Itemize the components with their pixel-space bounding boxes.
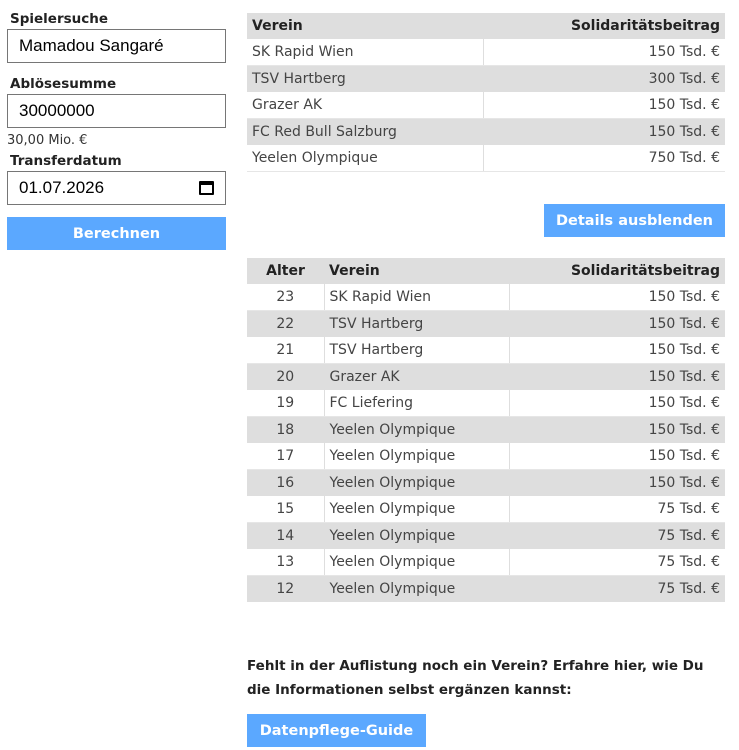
transfer-fee-label: Ablösesumme (10, 76, 117, 92)
table-row: TSV Hartberg 300 Tsd. € (247, 65, 725, 92)
amount-cell: 750 Tsd. € (482, 145, 725, 172)
transfer-fee-input[interactable]: 30000000 (7, 94, 226, 128)
player-search-label: Spielersuche (10, 11, 109, 27)
transfer-fee-hint: 30,00 Mio. € (7, 133, 88, 148)
age-cell: 18 (247, 416, 324, 443)
table-row: 13 Yeelen Olympique 75 Tsd. € (247, 549, 725, 576)
transfer-date-input[interactable]: 01.07.2026 (7, 171, 226, 205)
amount-cell: 150 Tsd. € (482, 39, 725, 66)
detail-table-header: Alter Verein Solidaritätsbeitrag (247, 258, 725, 284)
calendar-icon[interactable] (199, 181, 214, 195)
column-header-age: Alter (247, 258, 324, 284)
club-cell: Grazer AK (247, 92, 484, 119)
table-row: 21 TSV Hartberg 150 Tsd. € (247, 337, 725, 364)
summary-table-header: Verein Solidaritätsbeitrag (247, 13, 725, 39)
table-row: 18 Yeelen Olympique 150 Tsd. € (247, 416, 725, 443)
amount-cell: 150 Tsd. € (508, 284, 725, 311)
transfer-date-value: 01.07.2026 (19, 178, 105, 197)
amount-cell: 300 Tsd. € (482, 65, 725, 92)
calculate-button[interactable]: Berechnen (7, 217, 226, 250)
amount-cell: 150 Tsd. € (508, 363, 725, 390)
club-cell: Yeelen Olympique (247, 145, 484, 172)
table-row: 17 Yeelen Olympique 150 Tsd. € (247, 443, 725, 470)
table-row: Grazer AK 150 Tsd. € (247, 92, 725, 119)
table-row: 22 TSV Hartberg 150 Tsd. € (247, 310, 725, 337)
age-cell: 23 (247, 284, 324, 311)
column-header-club: Verein (247, 13, 484, 39)
table-row: 14 Yeelen Olympique 75 Tsd. € (247, 522, 725, 549)
table-row: 16 Yeelen Olympique 150 Tsd. € (247, 469, 725, 496)
amount-cell: 150 Tsd. € (508, 337, 725, 364)
club-cell: Yeelen Olympique (323, 496, 510, 523)
age-cell: 21 (247, 337, 324, 364)
table-row: 20 Grazer AK 150 Tsd. € (247, 363, 725, 390)
club-cell: FC Red Bull Salzburg (247, 118, 484, 145)
amount-cell: 150 Tsd. € (508, 310, 725, 337)
club-cell: TSV Hartberg (247, 65, 484, 92)
club-cell: Yeelen Olympique (323, 443, 510, 470)
age-cell: 20 (247, 363, 324, 390)
amount-cell: 150 Tsd. € (508, 443, 725, 470)
table-row: 12 Yeelen Olympique 75 Tsd. € (247, 575, 725, 602)
amount-cell: 75 Tsd. € (508, 575, 725, 602)
table-row: 19 FC Liefering 150 Tsd. € (247, 390, 725, 417)
column-header-amount: Solidaritätsbeitrag (509, 258, 725, 284)
club-cell: Yeelen Olympique (323, 549, 510, 576)
club-cell: Yeelen Olympique (323, 575, 510, 602)
hide-details-button[interactable]: Details ausblenden (544, 204, 725, 237)
amount-cell: 75 Tsd. € (508, 496, 725, 523)
age-cell: 17 (247, 443, 324, 470)
player-search-value: Mamadou Sangaré (19, 36, 164, 55)
column-header-amount: Solidaritätsbeitrag (483, 13, 725, 39)
amount-cell: 150 Tsd. € (482, 92, 725, 119)
table-row: SK Rapid Wien 150 Tsd. € (247, 39, 725, 66)
summary-table: Verein Solidaritätsbeitrag SK Rapid Wien… (247, 13, 725, 172)
amount-cell: 150 Tsd. € (508, 469, 725, 496)
amount-cell: 75 Tsd. € (508, 522, 725, 549)
table-row: FC Red Bull Salzburg 150 Tsd. € (247, 118, 725, 145)
age-cell: 19 (247, 390, 324, 417)
transfer-date-label: Transferdatum (10, 153, 122, 169)
amount-cell: 75 Tsd. € (508, 549, 725, 576)
age-cell: 15 (247, 496, 324, 523)
column-header-club: Verein (324, 258, 510, 284)
club-cell: Grazer AK (323, 363, 510, 390)
calculator-form: Spielersuche Mamadou Sangaré Ablösesumme… (7, 11, 226, 250)
club-cell: FC Liefering (323, 390, 510, 417)
age-cell: 16 (247, 469, 324, 496)
amount-cell: 150 Tsd. € (508, 416, 725, 443)
table-row: Yeelen Olympique 750 Tsd. € (247, 145, 725, 172)
data-maintenance-guide-button[interactable]: Datenpflege-Guide (247, 714, 426, 747)
club-cell: SK Rapid Wien (323, 284, 510, 311)
detail-table: Alter Verein Solidaritätsbeitrag 23 SK Ra… (247, 258, 725, 602)
club-cell: SK Rapid Wien (247, 39, 484, 66)
age-cell: 22 (247, 310, 324, 337)
table-row: 23 SK Rapid Wien 150 Tsd. € (247, 284, 725, 311)
table-row: 15 Yeelen Olympique 75 Tsd. € (247, 496, 725, 523)
player-search-input[interactable]: Mamadou Sangaré (7, 29, 226, 63)
amount-cell: 150 Tsd. € (508, 390, 725, 417)
club-cell: Yeelen Olympique (323, 416, 510, 443)
age-cell: 12 (247, 575, 324, 602)
age-cell: 13 (247, 549, 324, 576)
club-cell: TSV Hartberg (323, 310, 510, 337)
age-cell: 14 (247, 522, 324, 549)
club-cell: Yeelen Olympique (323, 469, 510, 496)
club-cell: TSV Hartberg (323, 337, 510, 364)
transfer-fee-value: 30000000 (19, 101, 95, 120)
missing-club-note: Fehlt in der Auflistung noch ein Verein?… (247, 658, 704, 698)
amount-cell: 150 Tsd. € (482, 118, 725, 145)
club-cell: Yeelen Olympique (323, 522, 510, 549)
